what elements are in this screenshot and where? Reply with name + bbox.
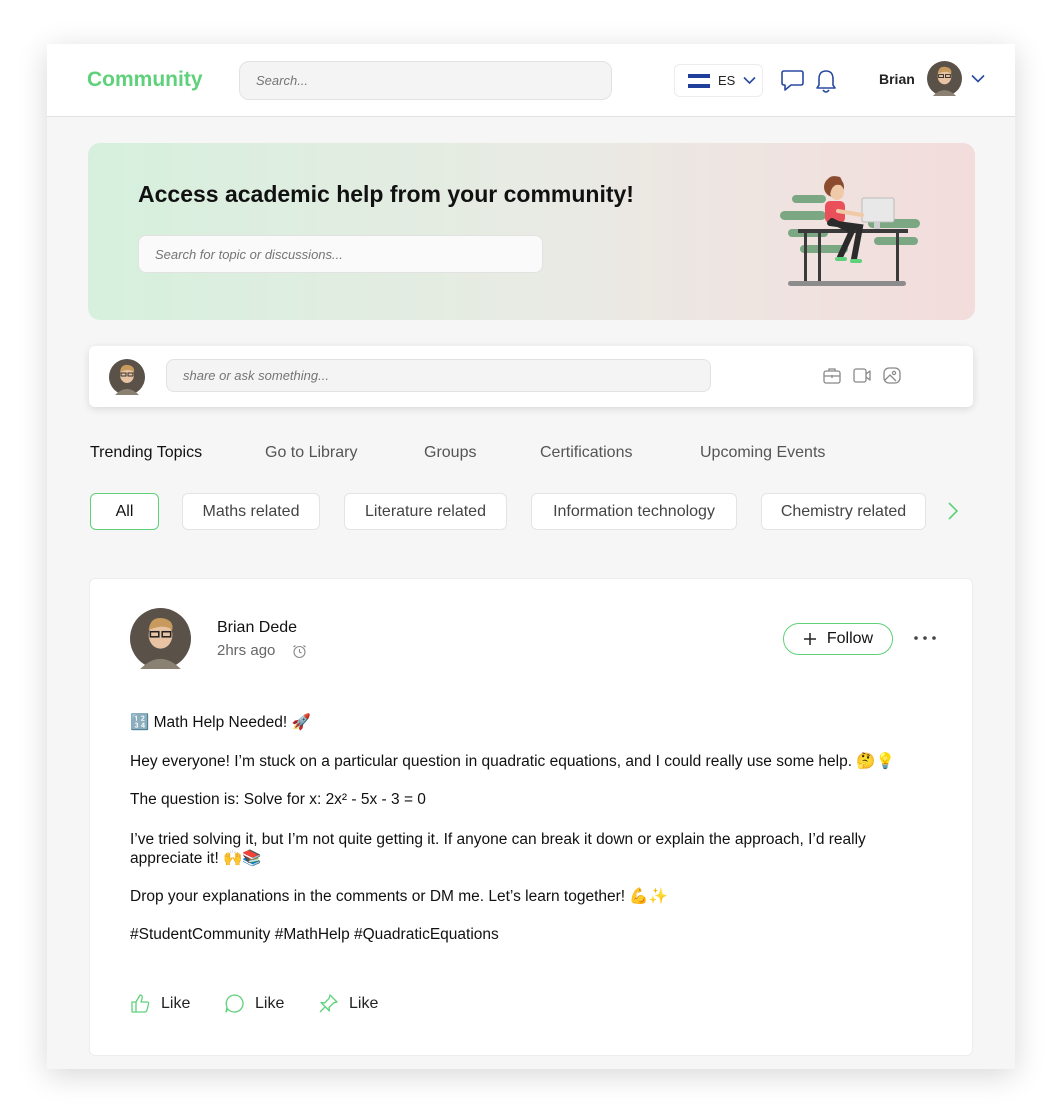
comment-action[interactable]: Like bbox=[224, 993, 284, 1014]
search-input[interactable] bbox=[239, 61, 612, 100]
hero-banner: Access academic help from your community… bbox=[88, 143, 975, 320]
plus-icon bbox=[803, 633, 816, 645]
app-logo[interactable]: Community bbox=[87, 68, 203, 92]
filter-chip-maths[interactable]: Maths related bbox=[182, 493, 320, 530]
clock-icon bbox=[293, 645, 306, 659]
user-avatar[interactable] bbox=[927, 61, 962, 96]
composer-avatar bbox=[109, 359, 145, 395]
post-time: 2hrs ago bbox=[217, 642, 276, 659]
tab-certifications[interactable]: Certifications bbox=[540, 444, 632, 462]
image-icon[interactable] bbox=[882, 366, 902, 385]
tab-groups[interactable]: Groups bbox=[424, 444, 476, 462]
chat-bubble-icon[interactable] bbox=[780, 68, 805, 93]
tab-upcoming-events[interactable]: Upcoming Events bbox=[700, 444, 825, 462]
app-window: Community ES Brian Access academic help … bbox=[47, 44, 1015, 1069]
tab-trending-topics[interactable]: Trending Topics bbox=[90, 444, 202, 462]
topic-search-input[interactable] bbox=[138, 235, 543, 273]
pin-label: Like bbox=[349, 994, 379, 1012]
comment-icon bbox=[225, 994, 244, 1013]
post-paragraph: The question is: Solve for x: 2x² - 5x -… bbox=[130, 791, 426, 808]
bell-icon[interactable] bbox=[815, 68, 837, 94]
comment-label: Like bbox=[255, 994, 285, 1012]
chevron-right-icon[interactable] bbox=[947, 501, 959, 521]
like-action[interactable]: Like bbox=[130, 993, 190, 1014]
language-selector[interactable]: ES bbox=[674, 64, 763, 97]
language-code: ES bbox=[718, 73, 736, 88]
share-input[interactable] bbox=[166, 359, 711, 392]
follow-label: Follow bbox=[826, 630, 874, 647]
tab-go-to-library[interactable]: Go to Library bbox=[265, 444, 357, 462]
pin-action[interactable]: Like bbox=[318, 993, 378, 1014]
filter-chip-all[interactable]: All bbox=[90, 493, 159, 530]
post-heading: 🔢 Math Help Needed! 🚀 bbox=[130, 714, 311, 731]
more-icon[interactable] bbox=[912, 631, 938, 645]
flag-icon bbox=[688, 73, 710, 88]
post-card: Brian Dede 2hrs ago Follow 🔢 Math Help N… bbox=[89, 578, 973, 1056]
post-composer bbox=[89, 346, 973, 407]
filter-chip-chemistry[interactable]: Chemistry related bbox=[761, 493, 926, 530]
briefcase-icon[interactable] bbox=[822, 366, 842, 385]
like-label: Like bbox=[161, 994, 191, 1012]
top-header: Community ES Brian bbox=[47, 44, 1015, 117]
chevron-down-icon bbox=[743, 76, 756, 85]
post-paragraph: I’ve tried solving it, but I’m not quite… bbox=[130, 831, 866, 867]
post-paragraph: Hey everyone! I’m stuck on a particular … bbox=[130, 753, 895, 770]
banner-title: Access academic help from your community… bbox=[138, 181, 634, 207]
follow-button[interactable]: Follow bbox=[783, 623, 893, 655]
post-paragraph: Drop your explanations in the comments o… bbox=[130, 888, 668, 905]
filter-chip-information-technology[interactable]: Information technology bbox=[531, 493, 737, 530]
post-author[interactable]: Brian Dede bbox=[217, 619, 297, 637]
video-icon[interactable] bbox=[852, 366, 872, 385]
user-name[interactable]: Brian bbox=[879, 71, 915, 87]
post-hashtags[interactable]: #StudentCommunity #MathHelp #QuadraticEq… bbox=[130, 926, 499, 944]
pin-icon bbox=[319, 994, 338, 1013]
student-desk-illustration bbox=[780, 176, 920, 286]
filter-chip-literature[interactable]: Literature related bbox=[344, 493, 507, 530]
chevron-down-icon[interactable] bbox=[971, 74, 985, 83]
thumbs-up-icon bbox=[131, 994, 150, 1013]
author-avatar[interactable] bbox=[130, 608, 191, 669]
